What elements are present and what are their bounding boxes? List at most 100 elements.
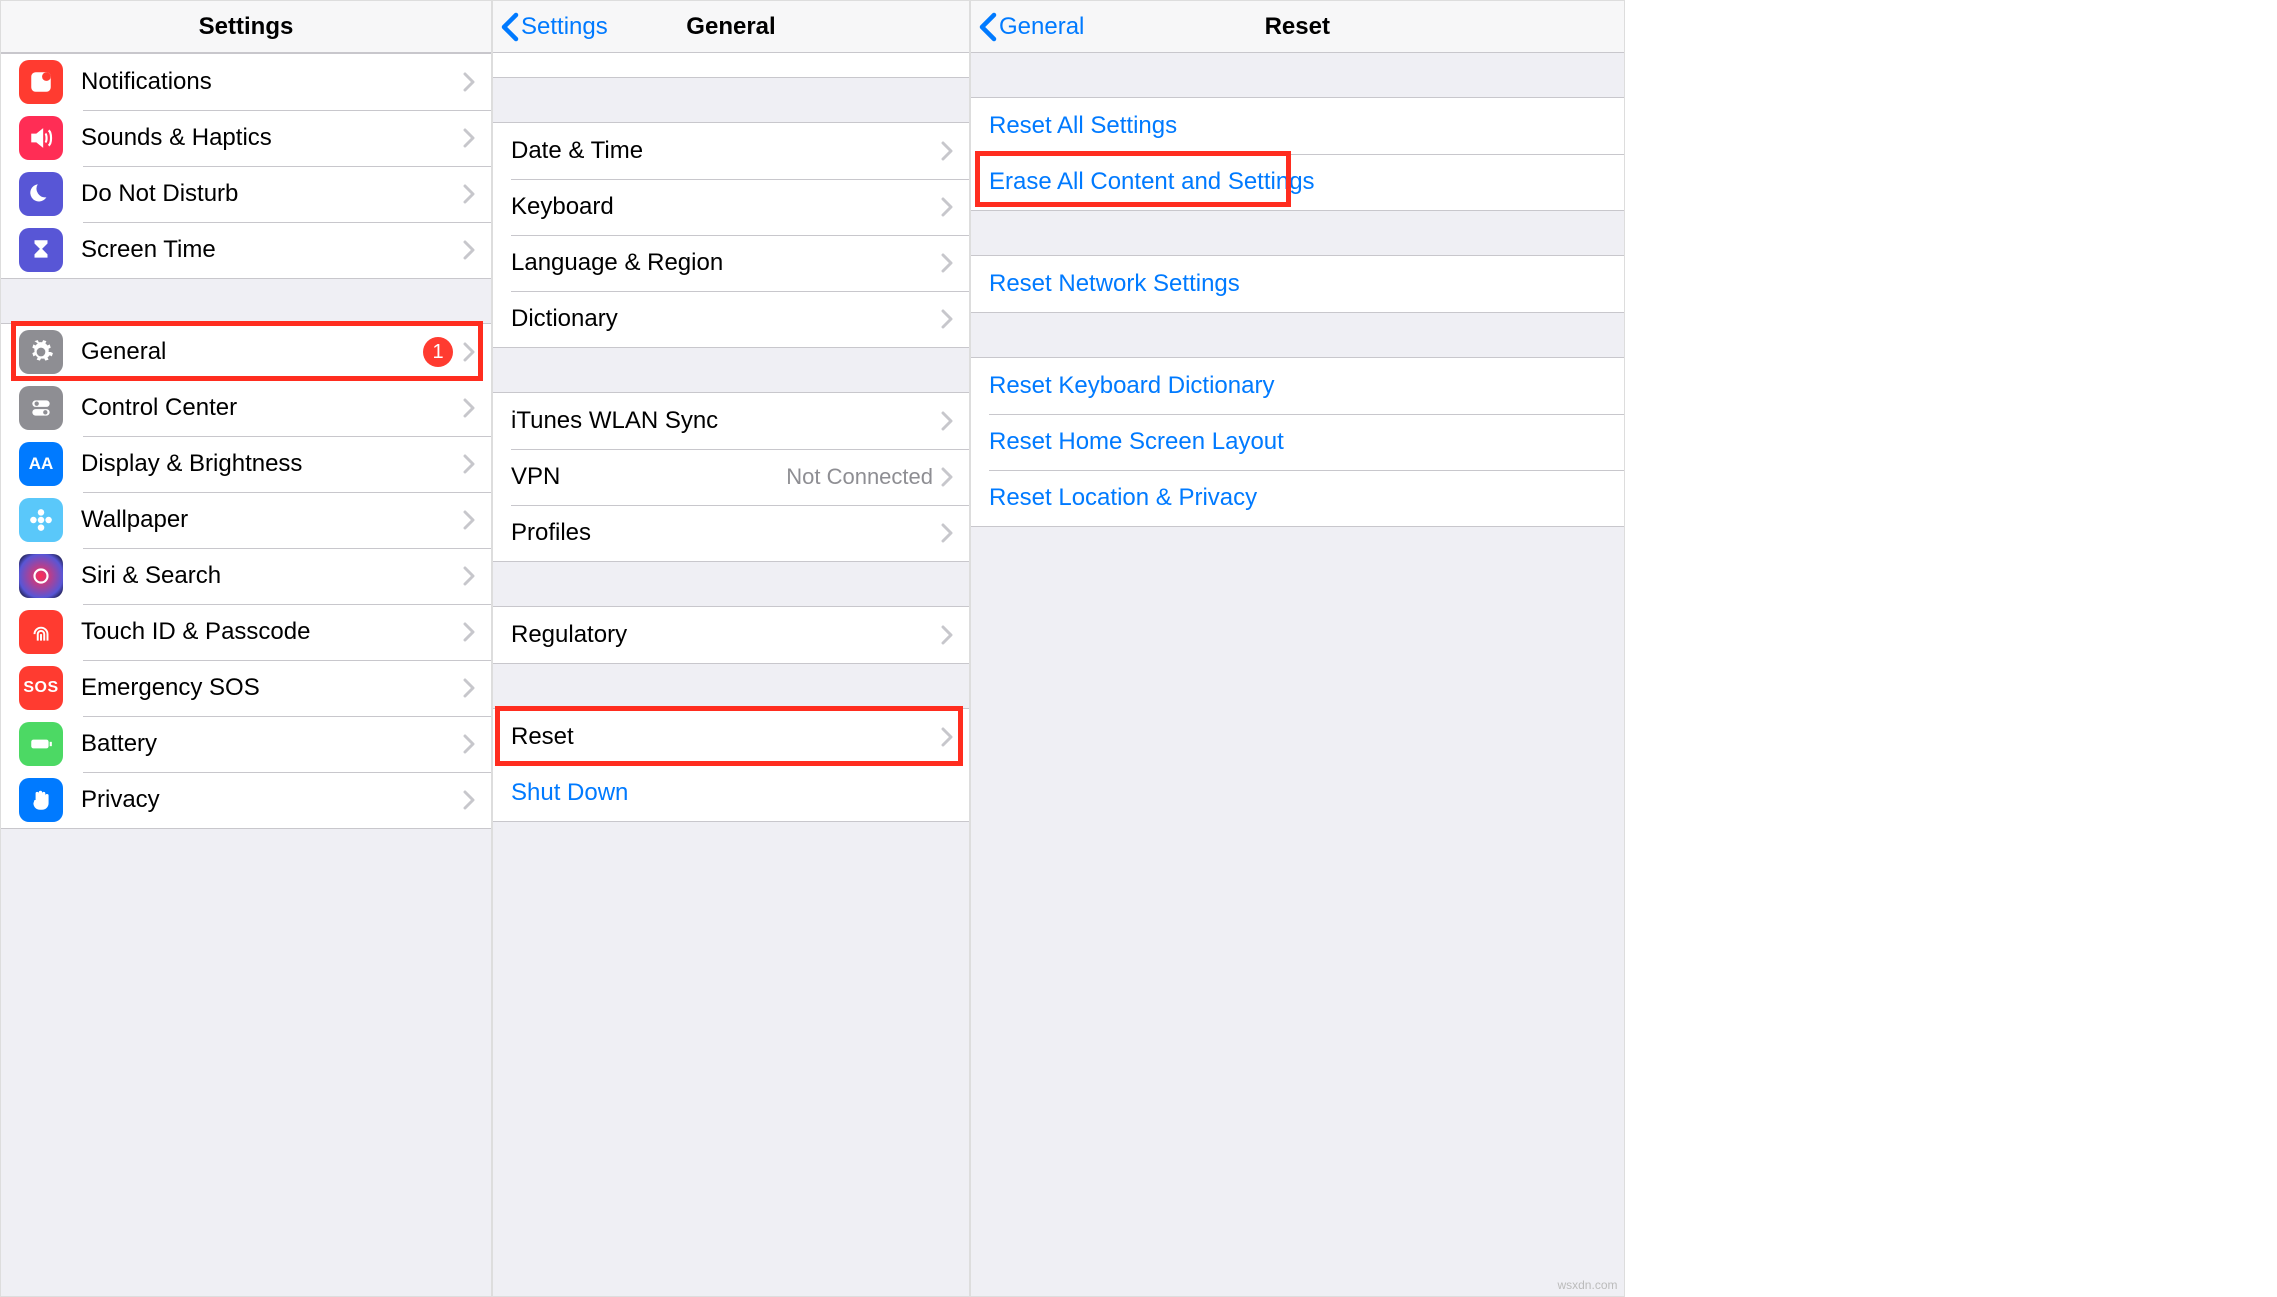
row-label: Keyboard bbox=[511, 193, 941, 221]
row-datetime[interactable]: Date & Time bbox=[493, 123, 969, 179]
row-label: Notifications bbox=[81, 68, 463, 96]
row-reset-location[interactable]: Reset Location & Privacy bbox=[971, 470, 1624, 526]
row-label: Shut Down bbox=[511, 779, 953, 807]
sos-icon: SOS bbox=[19, 666, 63, 710]
row-shutdown[interactable]: Shut Down bbox=[493, 765, 969, 821]
row-itunes-sync[interactable]: iTunes WLAN Sync bbox=[493, 393, 969, 449]
row-label: Date & Time bbox=[511, 137, 941, 165]
navbar-reset: General Reset bbox=[971, 1, 1624, 53]
row-label: Display & Brightness bbox=[81, 450, 463, 478]
back-label: General bbox=[999, 13, 1084, 41]
settings-group-1: Notifications Sounds & Haptics Do Not Di… bbox=[1, 53, 491, 279]
page-title: Reset bbox=[1265, 13, 1330, 41]
row-label: Profiles bbox=[511, 519, 941, 547]
row-screentime[interactable]: Screen Time bbox=[1, 222, 491, 278]
group-gap bbox=[493, 664, 969, 708]
battery-icon bbox=[19, 722, 63, 766]
chevron-right-icon bbox=[463, 678, 475, 698]
row-dnd[interactable]: Do Not Disturb bbox=[1, 166, 491, 222]
general-panel: Settings General Date & Time Keyboard La… bbox=[492, 0, 970, 1297]
row-language[interactable]: Language & Region bbox=[493, 235, 969, 291]
chevron-right-icon bbox=[463, 128, 475, 148]
row-label: Language & Region bbox=[511, 249, 941, 277]
reset-group-1: Reset All Settings Erase All Content and… bbox=[971, 97, 1624, 211]
row-keyboard[interactable]: Keyboard bbox=[493, 179, 969, 235]
gear-icon bbox=[19, 330, 63, 374]
row-dictionary[interactable]: Dictionary bbox=[493, 291, 969, 347]
row-battery[interactable]: Battery bbox=[1, 716, 491, 772]
back-button[interactable]: General bbox=[979, 12, 1084, 42]
siri-icon bbox=[19, 554, 63, 598]
row-label: iTunes WLAN Sync bbox=[511, 407, 941, 435]
chevron-right-icon bbox=[463, 398, 475, 418]
row-reset-network[interactable]: Reset Network Settings bbox=[971, 256, 1624, 312]
chevron-right-icon bbox=[941, 141, 953, 161]
row-general[interactable]: General 1 bbox=[1, 324, 491, 380]
chevron-right-icon bbox=[941, 727, 953, 747]
chevron-right-icon bbox=[463, 622, 475, 642]
row-reset-all-settings[interactable]: Reset All Settings bbox=[971, 98, 1624, 154]
group-gap bbox=[971, 211, 1624, 255]
chevron-right-icon bbox=[463, 240, 475, 260]
row-sounds[interactable]: Sounds & Haptics bbox=[1, 110, 491, 166]
row-touchid[interactable]: Touch ID & Passcode bbox=[1, 604, 491, 660]
row-erase-all[interactable]: Erase All Content and Settings bbox=[971, 154, 1624, 210]
row-wallpaper[interactable]: Wallpaper bbox=[1, 492, 491, 548]
filler bbox=[971, 527, 1624, 1296]
row-display[interactable]: AA Display & Brightness bbox=[1, 436, 491, 492]
group-gap bbox=[493, 348, 969, 392]
row-notifications[interactable]: Notifications bbox=[1, 54, 491, 110]
group-gap bbox=[971, 313, 1624, 357]
general-top-peek bbox=[493, 53, 969, 78]
row-label: General bbox=[81, 338, 423, 366]
flower-icon bbox=[19, 498, 63, 542]
chevron-right-icon bbox=[941, 253, 953, 273]
group-gap bbox=[493, 78, 969, 122]
row-siri[interactable]: Siri & Search bbox=[1, 548, 491, 604]
hand-icon bbox=[19, 778, 63, 822]
chevron-right-icon bbox=[463, 454, 475, 474]
row-label: Reset Location & Privacy bbox=[989, 484, 1608, 512]
row-label: Touch ID & Passcode bbox=[81, 618, 463, 646]
reset-group-3: Reset Keyboard Dictionary Reset Home Scr… bbox=[971, 357, 1624, 527]
row-label: Emergency SOS bbox=[81, 674, 463, 702]
row-label: Siri & Search bbox=[81, 562, 463, 590]
row-label: Erase All Content and Settings bbox=[989, 168, 1608, 196]
row-label: Sounds & Haptics bbox=[81, 124, 463, 152]
chevron-right-icon bbox=[463, 72, 475, 92]
row-label: Do Not Disturb bbox=[81, 180, 463, 208]
row-label: Reset Home Screen Layout bbox=[989, 428, 1608, 456]
row-label: Privacy bbox=[81, 786, 463, 814]
row-profiles[interactable]: Profiles bbox=[493, 505, 969, 561]
row-regulatory[interactable]: Regulatory bbox=[493, 607, 969, 663]
row-label: Reset Keyboard Dictionary bbox=[989, 372, 1608, 400]
row-reset[interactable]: Reset bbox=[493, 709, 969, 765]
row-controlcenter[interactable]: Control Center bbox=[1, 380, 491, 436]
row-vpn[interactable]: VPN Not Connected bbox=[493, 449, 969, 505]
row-label: Screen Time bbox=[81, 236, 463, 264]
row-label: Battery bbox=[81, 730, 463, 758]
row-reset-keyboard[interactable]: Reset Keyboard Dictionary bbox=[971, 358, 1624, 414]
chevron-right-icon bbox=[941, 625, 953, 645]
chevron-right-icon bbox=[941, 523, 953, 543]
row-label: Regulatory bbox=[511, 621, 941, 649]
chevron-right-icon bbox=[463, 184, 475, 204]
chevron-right-icon bbox=[463, 790, 475, 810]
chevron-left-icon bbox=[979, 12, 997, 42]
blank-space bbox=[1625, 0, 2277, 1297]
row-privacy[interactable]: Privacy bbox=[1, 772, 491, 828]
chevron-right-icon bbox=[463, 734, 475, 754]
settings-group-2: General 1 Control Center AA Display & Br… bbox=[1, 323, 491, 829]
row-label: Control Center bbox=[81, 394, 463, 422]
group-gap bbox=[1, 279, 491, 323]
general-group-1: Date & Time Keyboard Language & Region D… bbox=[493, 122, 969, 348]
row-peek[interactable] bbox=[493, 53, 969, 77]
navbar-settings: Settings bbox=[1, 1, 491, 53]
sounds-icon bbox=[19, 116, 63, 160]
chevron-right-icon bbox=[463, 510, 475, 530]
group-gap bbox=[971, 53, 1624, 97]
moon-icon bbox=[19, 172, 63, 216]
row-sos[interactable]: SOS Emergency SOS bbox=[1, 660, 491, 716]
row-reset-homescreen[interactable]: Reset Home Screen Layout bbox=[971, 414, 1624, 470]
back-button[interactable]: Settings bbox=[501, 12, 608, 42]
